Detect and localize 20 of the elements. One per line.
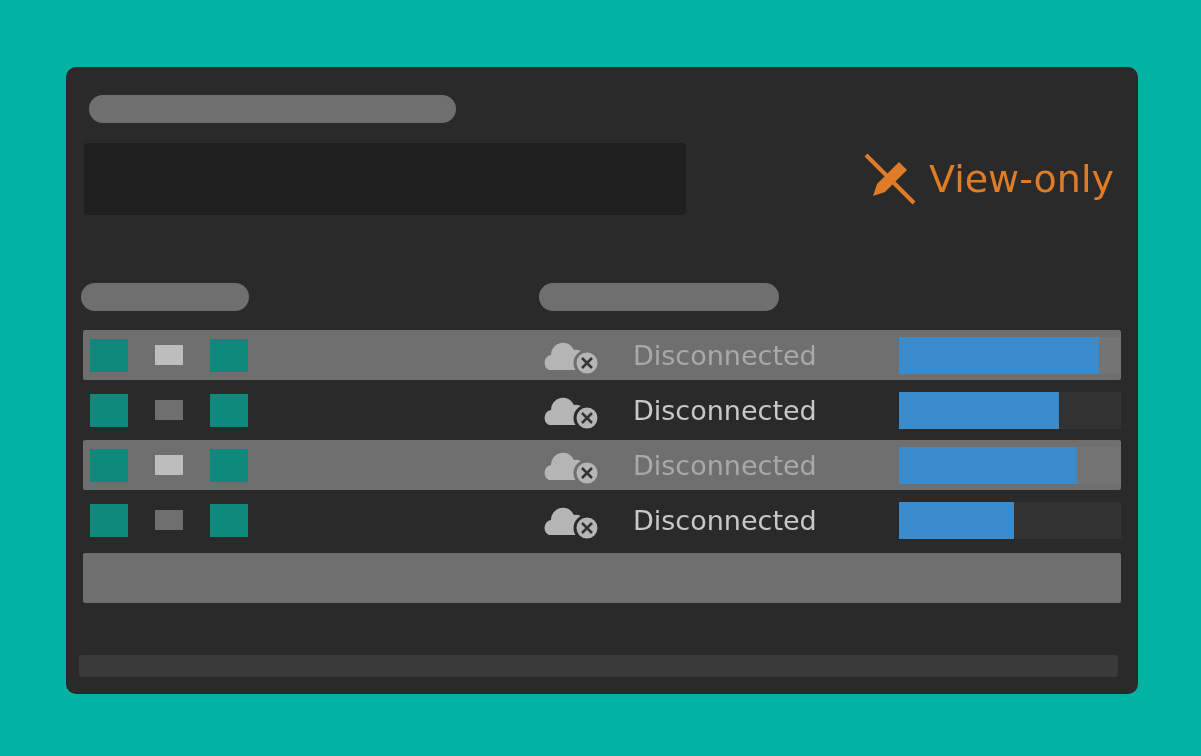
indicator-tile — [155, 455, 183, 475]
indicator-tile — [155, 400, 183, 420]
indicator-tile — [155, 510, 183, 530]
status-text: Disconnected — [633, 504, 818, 536]
status-text: Disconnected — [633, 449, 818, 481]
view-only-label: View-only — [929, 157, 1114, 201]
list-row[interactable]: Disconnected — [83, 385, 1121, 435]
status-text: Disconnected — [633, 394, 818, 426]
status-tile — [210, 448, 248, 482]
list-row[interactable]: Disconnected — [83, 495, 1121, 545]
status-tile — [210, 503, 248, 537]
indicator-tile — [155, 345, 183, 365]
status-tile — [210, 393, 248, 427]
status-tile — [90, 393, 128, 427]
status-text: Disconnected — [633, 339, 818, 371]
pencil-crossed-icon — [863, 152, 917, 206]
status-tile — [90, 503, 128, 537]
status-tile — [90, 338, 128, 372]
status-tile — [210, 338, 248, 372]
status-tile — [90, 448, 128, 482]
